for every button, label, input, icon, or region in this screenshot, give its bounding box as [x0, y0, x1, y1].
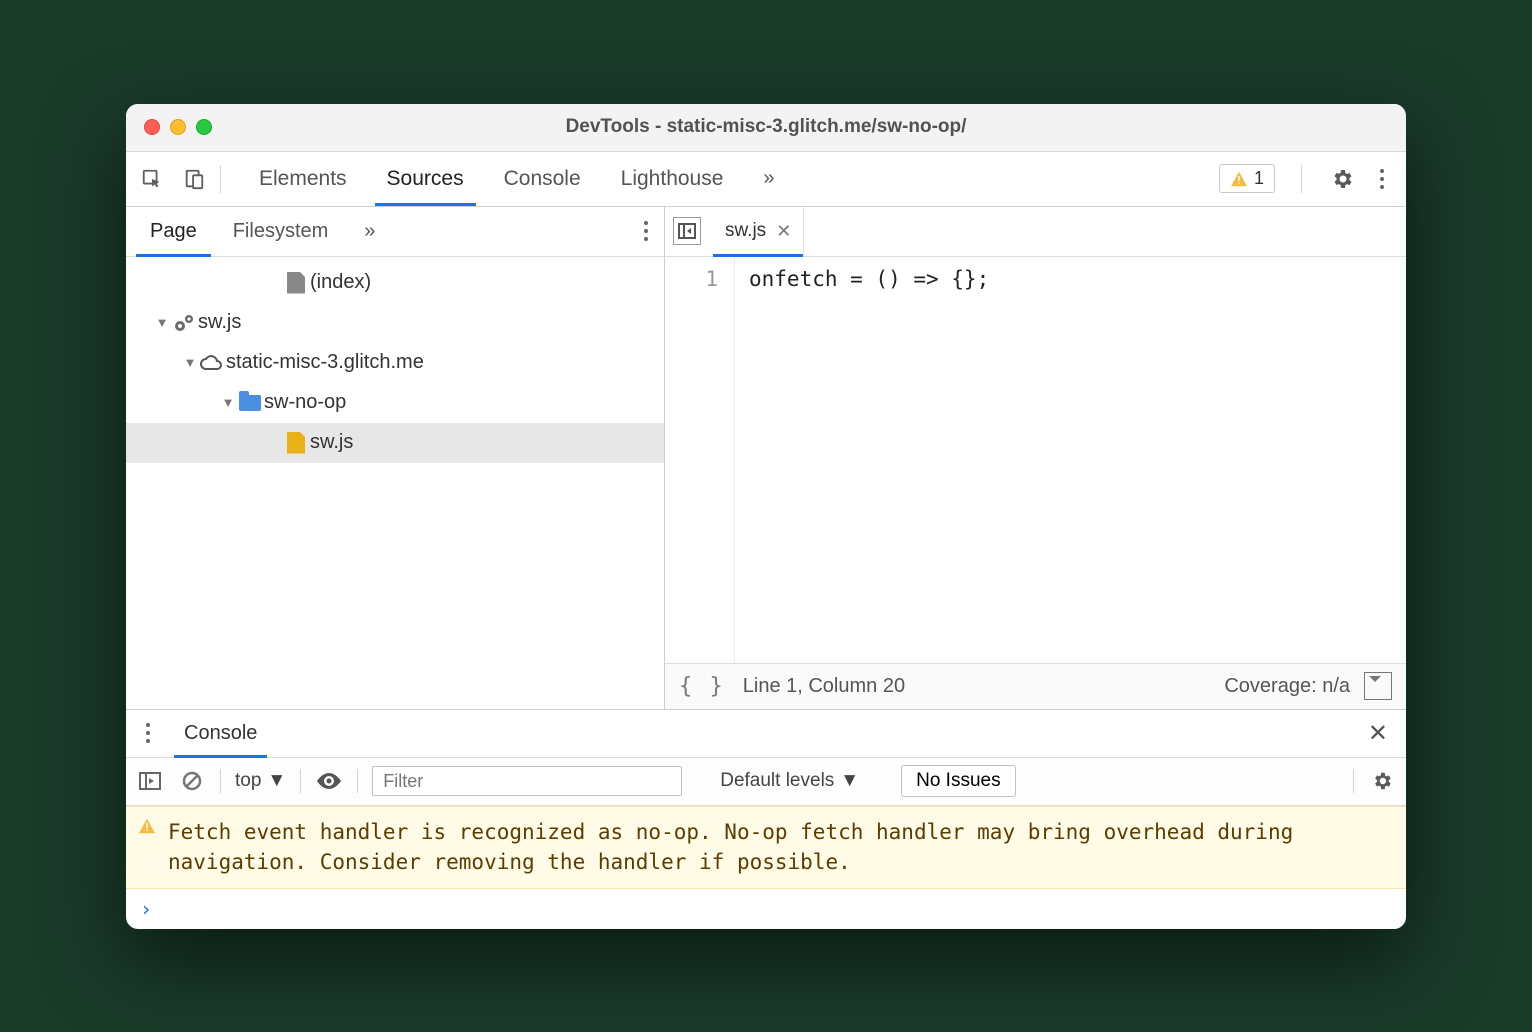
- settings-icon[interactable]: [1328, 165, 1356, 193]
- close-tab-icon[interactable]: ✕: [776, 221, 791, 242]
- document-icon: [282, 272, 310, 294]
- warnings-count: 1: [1254, 168, 1264, 189]
- console-messages: Fetch event handler is recognized as no-…: [126, 806, 1406, 929]
- pretty-print-button[interactable]: { }: [679, 674, 725, 699]
- navigator-tabs: Page Filesystem: [126, 207, 664, 257]
- warnings-badge[interactable]: 1: [1219, 164, 1275, 193]
- coverage-status: Coverage: n/a: [1224, 675, 1350, 698]
- cloud-icon: [198, 354, 226, 372]
- tree-file-swjs[interactable]: sw.js: [126, 423, 664, 463]
- more-tabs-button[interactable]: [743, 152, 790, 206]
- nav-more-tabs[interactable]: [346, 207, 389, 256]
- more-options-icon[interactable]: [1370, 167, 1394, 191]
- inspect-element-icon[interactable]: [138, 165, 166, 193]
- console-warning-row[interactable]: Fetch event handler is recognized as no-…: [126, 806, 1406, 889]
- drawer-options-icon[interactable]: [136, 721, 160, 745]
- tree-worker-swjs[interactable]: ▼ sw.js: [126, 303, 664, 343]
- tab-lighthouse[interactable]: Lighthouse: [601, 152, 744, 206]
- tab-console[interactable]: Console: [484, 152, 601, 206]
- code-content: onfetch = () => {};: [735, 257, 1406, 663]
- line-gutter: 1: [665, 257, 735, 663]
- toggle-navigator-icon[interactable]: [673, 217, 701, 245]
- titlebar: DevTools - static-misc-3.glitch.me/sw-no…: [126, 104, 1406, 152]
- nav-options-icon[interactable]: [634, 219, 658, 243]
- issues-button[interactable]: No Issues: [901, 765, 1015, 797]
- divider: [1353, 769, 1354, 793]
- panel-tabs: Elements Sources Console Lighthouse: [239, 152, 1219, 206]
- devtools-window: DevTools - static-misc-3.glitch.me/sw-no…: [126, 104, 1406, 929]
- toolbar-divider: [220, 165, 221, 193]
- toggle-console-sidebar-icon[interactable]: [136, 769, 164, 793]
- cursor-position: Line 1, Column 20: [743, 675, 905, 698]
- warning-icon: [1230, 171, 1248, 187]
- warning-icon: [138, 818, 156, 834]
- tab-sources[interactable]: Sources: [367, 152, 484, 206]
- chevron-down-icon: ▼: [840, 770, 859, 792]
- console-drawer: Console ✕ top▼ Defau: [126, 709, 1406, 929]
- zoom-window-button[interactable]: [196, 119, 212, 135]
- gears-icon: [170, 312, 198, 334]
- console-settings-icon[interactable]: [1368, 769, 1396, 793]
- editor-statusbar: { } Line 1, Column 20 Coverage: n/a: [665, 663, 1406, 709]
- log-levels-selector[interactable]: Default levels▼: [720, 770, 859, 792]
- toggle-debugger-icon[interactable]: [1364, 672, 1392, 700]
- context-selector[interactable]: top▼: [235, 770, 286, 792]
- filter-input[interactable]: [372, 766, 682, 796]
- editor-tabs: sw.js ✕: [665, 207, 1406, 257]
- live-expression-icon[interactable]: [315, 769, 343, 793]
- nav-tab-page[interactable]: Page: [132, 207, 215, 256]
- tree-file-index[interactable]: (index): [126, 263, 664, 303]
- editor-pane: sw.js ✕ 1 onfetch = () => {}; { } Line 1…: [665, 207, 1406, 709]
- console-prompt[interactable]: ›: [126, 889, 1406, 929]
- close-drawer-icon[interactable]: ✕: [1360, 719, 1396, 748]
- file-tree: (index) ▼ sw.js ▼ static-misc-3.glitch.m…: [126, 257, 664, 709]
- divider: [300, 769, 301, 793]
- traffic-lights: [144, 119, 212, 135]
- main-toolbar: Elements Sources Console Lighthouse 1: [126, 152, 1406, 207]
- folder-icon: [236, 395, 264, 411]
- tab-elements[interactable]: Elements: [239, 152, 367, 206]
- code-editor[interactable]: 1 onfetch = () => {};: [665, 257, 1406, 663]
- drawer-tabs: Console ✕: [126, 710, 1406, 758]
- minimize-window-button[interactable]: [170, 119, 186, 135]
- window-title: DevTools - static-misc-3.glitch.me/sw-no…: [126, 116, 1406, 138]
- toolbar-divider-2: [1301, 165, 1302, 193]
- console-toolbar: top▼ Default levels▼ No Issues: [126, 758, 1406, 806]
- editor-tab-swjs[interactable]: sw.js ✕: [713, 207, 804, 256]
- drawer-tab-console[interactable]: Console: [168, 710, 273, 757]
- tree-folder-swnoop[interactable]: ▼ sw-no-op: [126, 383, 664, 423]
- js-file-icon: [282, 432, 310, 454]
- navigator-pane: Page Filesystem (index) ▼ sw.js: [126, 207, 665, 709]
- filter-input-wrapper: [372, 766, 682, 796]
- sources-panel: Page Filesystem (index) ▼ sw.js: [126, 207, 1406, 709]
- device-toggle-icon[interactable]: [180, 165, 208, 193]
- chevron-down-icon: ▼: [267, 770, 286, 792]
- close-window-button[interactable]: [144, 119, 160, 135]
- tree-domain[interactable]: ▼ static-misc-3.glitch.me: [126, 343, 664, 383]
- clear-console-icon[interactable]: [178, 769, 206, 793]
- divider: [220, 769, 221, 793]
- divider: [357, 769, 358, 793]
- nav-tab-filesystem[interactable]: Filesystem: [215, 207, 347, 256]
